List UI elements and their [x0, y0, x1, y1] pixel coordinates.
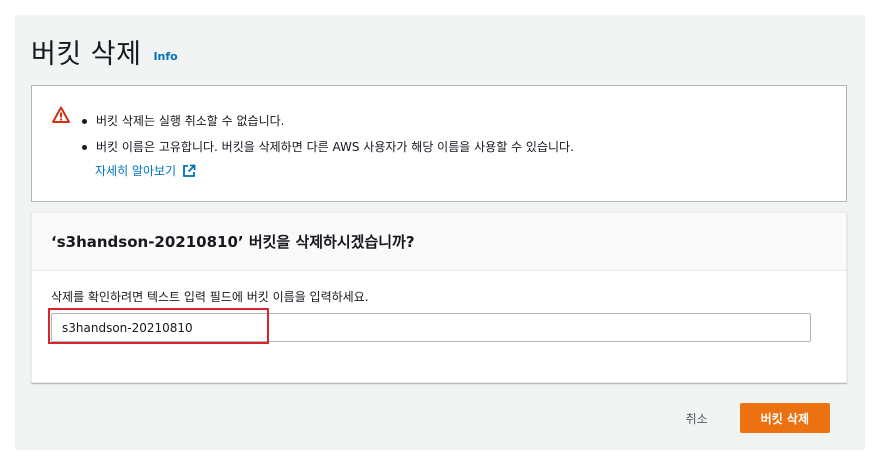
- learn-more-link[interactable]: 자세히 알아보기: [95, 162, 196, 179]
- alert-item: 버킷 이름은 고유합니다. 버킷을 삭제하면 다른 AWS 사용자가 해당 이름…: [80, 134, 574, 160]
- confirm-title: ‘s3handson-20210810’ 버킷을 삭제하시겠습니까?: [51, 233, 415, 251]
- external-link-icon: [183, 164, 196, 177]
- warning-alert: 버킷 삭제는 실행 취소할 수 없습니다. 버킷 이름은 고유합니다. 버킷을 …: [31, 85, 847, 202]
- bucket-name-input-wrap: [48, 308, 811, 344]
- warning-icon: [52, 106, 70, 123]
- cancel-button[interactable]: 취소: [670, 403, 724, 433]
- alert-list: 버킷 삭제는 실행 취소할 수 없습니다. 버킷 이름은 고유합니다. 버킷을 …: [80, 108, 574, 160]
- action-bar: 취소 버킷 삭제: [670, 403, 830, 433]
- confirm-panel: ‘s3handson-20210810’ 버킷을 삭제하시겠습니까? 삭제를 확…: [31, 212, 847, 383]
- delete-bucket-button[interactable]: 버킷 삭제: [739, 403, 830, 433]
- confirm-panel-body: 삭제를 확인하려면 텍스트 입력 필드에 버킷 이름을 입력하세요.: [32, 271, 846, 344]
- page-header: 버킷 삭제 Info: [31, 31, 178, 71]
- delete-bucket-page: 버킷 삭제 Info 버킷 삭제는 실행 취소할 수 없습니다. 버킷 이름은 …: [15, 15, 865, 450]
- page-title: 버킷 삭제: [31, 38, 142, 70]
- confirm-hint: 삭제를 확인하려면 텍스트 입력 필드에 버킷 이름을 입력하세요.: [51, 290, 369, 304]
- info-link[interactable]: Info: [153, 50, 177, 63]
- bucket-name-input[interactable]: [51, 313, 811, 342]
- confirm-panel-header: ‘s3handson-20210810’ 버킷을 삭제하시겠습니까?: [32, 213, 846, 271]
- alert-item: 버킷 삭제는 실행 취소할 수 없습니다.: [80, 108, 574, 134]
- learn-more-label: 자세히 알아보기: [95, 164, 177, 178]
